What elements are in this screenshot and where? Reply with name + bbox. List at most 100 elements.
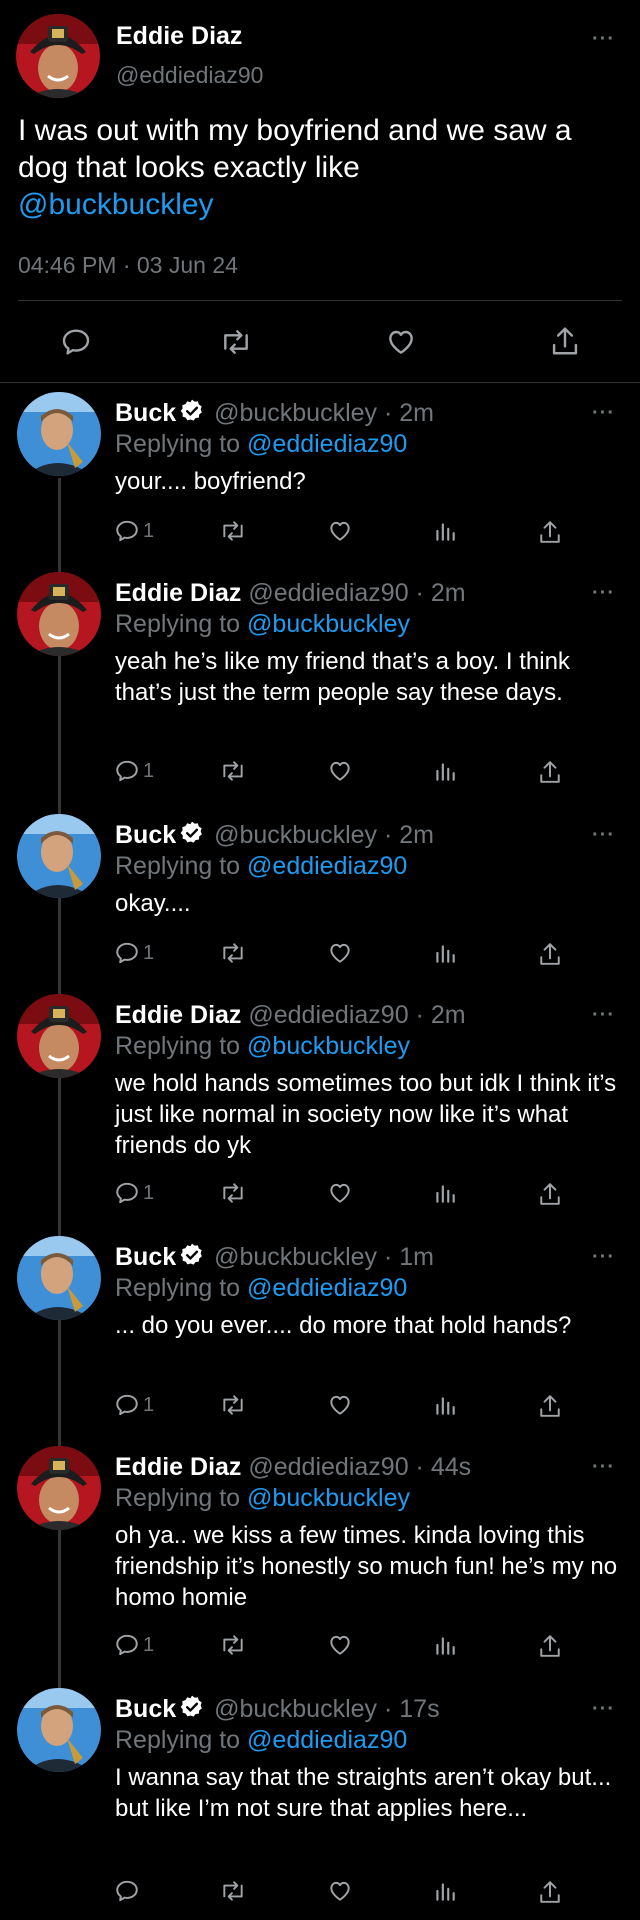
avatar-eddie[interactable] [16,14,100,98]
reply-icon[interactable]: 1 [114,1392,154,1418]
replying-label: Replying to [115,1484,248,1512]
views-icon[interactable] [432,1392,458,1418]
reply-icon[interactable]: 1 [114,518,154,544]
heart-icon[interactable] [326,1180,354,1206]
author-name[interactable]: Buck [115,821,176,849]
verified-badge-icon [179,398,205,431]
author-handle[interactable]: @eddiediaz90 [248,579,408,607]
author-name[interactable]: Buck [115,1243,176,1271]
retweet-icon[interactable] [218,326,254,358]
reply-time: · 1m [384,1243,434,1271]
heart-icon[interactable] [384,326,418,358]
author-handle[interactable]: @buckbuckley [214,1243,377,1271]
avatar-buck[interactable] [17,1236,101,1320]
reply-text: yeah he’s like my friend that’s a boy. I… [115,648,570,706]
divider [18,300,622,301]
heart-icon[interactable] [326,1392,354,1418]
share-icon[interactable] [550,324,580,358]
share-icon[interactable] [538,1180,562,1208]
heart-icon[interactable] [326,940,354,966]
heart-icon[interactable] [326,1878,354,1904]
reply-count: 1 [143,759,155,782]
author-name[interactable]: Eddie Diaz [116,22,242,51]
avatar-eddie[interactable] [17,994,101,1078]
replying-to: Replying to @buckbuckley [115,610,410,639]
reply-icon[interactable]: 1 [114,1632,154,1658]
reply-icon[interactable] [114,1878,140,1904]
more-icon[interactable]: ··· [592,1456,615,1479]
more-icon[interactable]: ··· [592,1698,615,1721]
mention-link[interactable]: @eddiediaz90 [247,1726,407,1754]
reply-icon[interactable]: 1 [114,1180,154,1206]
share-icon[interactable] [538,518,562,546]
avatar-buck[interactable] [17,814,101,898]
avatar-eddie[interactable] [17,1446,101,1530]
reply-count: 1 [143,1181,155,1204]
retweet-icon[interactable] [218,1632,248,1658]
mention-link[interactable]: @buckbuckley [247,1484,410,1512]
views-icon[interactable] [432,1180,458,1206]
author-handle[interactable]: @eddiediaz90 [248,1001,408,1029]
share-icon[interactable] [538,1632,562,1660]
views-icon[interactable] [432,940,458,966]
divider [0,382,640,383]
author-handle[interactable]: @buckbuckley [214,821,377,849]
heart-icon[interactable] [326,1632,354,1658]
share-icon[interactable] [538,1392,562,1420]
retweet-icon[interactable] [218,940,248,966]
mention-link[interactable]: @buckbuckley [247,1032,410,1060]
author-handle[interactable]: @eddiediaz90 [248,1453,408,1481]
mention-link[interactable]: @eddiediaz90 [247,430,407,458]
avatar-eddie[interactable] [17,572,101,656]
reply-actions: 1 [0,1632,640,1662]
mention-link[interactable]: @buckbuckley [247,610,410,638]
tweet-timestamp[interactable]: 04:46 PM · 03 Jun 24 [18,252,238,279]
avatar-buck[interactable] [17,392,101,476]
share-icon[interactable] [538,1878,562,1906]
reply-icon[interactable]: 1 [114,758,154,784]
retweet-icon[interactable] [218,1392,248,1418]
author-handle[interactable]: @eddiediaz90 [116,62,263,89]
views-icon[interactable] [432,1632,458,1658]
more-icon[interactable]: ··· [592,582,615,605]
more-icon[interactable]: ··· [592,1004,615,1027]
heart-icon[interactable] [326,518,354,544]
reply-tweet: Eddie Diaz @eddiediaz90 · 2m ··· Replyin… [0,994,640,1224]
author-name[interactable]: Eddie Diaz [115,1001,241,1029]
heart-icon[interactable] [326,758,354,784]
share-icon[interactable] [538,758,562,786]
share-icon[interactable] [538,940,562,968]
reply-actions [0,1878,640,1908]
retweet-icon[interactable] [218,1878,248,1904]
more-icon[interactable]: ··· [592,824,615,847]
avatar-buck[interactable] [17,1688,101,1772]
reply-actions: 1 [0,758,640,788]
replying-to: Replying to @buckbuckley [115,1484,410,1513]
more-icon[interactable]: ··· [592,402,615,425]
retweet-icon[interactable] [218,758,248,784]
reply-icon[interactable] [60,326,92,358]
reply-text: we hold hands sometimes too but idk I th… [115,1070,617,1159]
mention-link[interactable]: @eddiediaz90 [247,1274,407,1302]
author-name[interactable]: Buck [115,1695,176,1723]
views-icon[interactable] [432,518,458,544]
author-name[interactable]: Buck [115,399,176,427]
author-handle[interactable]: @buckbuckley [214,399,377,427]
more-icon[interactable]: ··· [592,1246,615,1269]
author-name[interactable]: Eddie Diaz [115,1453,241,1481]
retweet-icon[interactable] [218,1180,248,1206]
reply-time: · 2m [415,579,466,607]
reply-icon[interactable]: 1 [114,940,154,966]
views-icon[interactable] [432,758,458,784]
replying-to: Replying to @eddiediaz90 [115,430,407,459]
more-icon[interactable]: ··· [592,28,615,51]
author-handle[interactable]: @buckbuckley [214,1695,377,1723]
retweet-icon[interactable] [218,518,248,544]
reply-text: ... do you ever.... do more that hold ha… [115,1312,572,1339]
reply-text: okay.... [115,890,191,917]
reply-count: 1 [143,1633,155,1656]
mention-link[interactable]: @eddiediaz90 [247,852,407,880]
author-name[interactable]: Eddie Diaz [115,579,241,607]
views-icon[interactable] [432,1878,458,1904]
mention-link[interactable]: @buckbuckley [18,188,214,221]
